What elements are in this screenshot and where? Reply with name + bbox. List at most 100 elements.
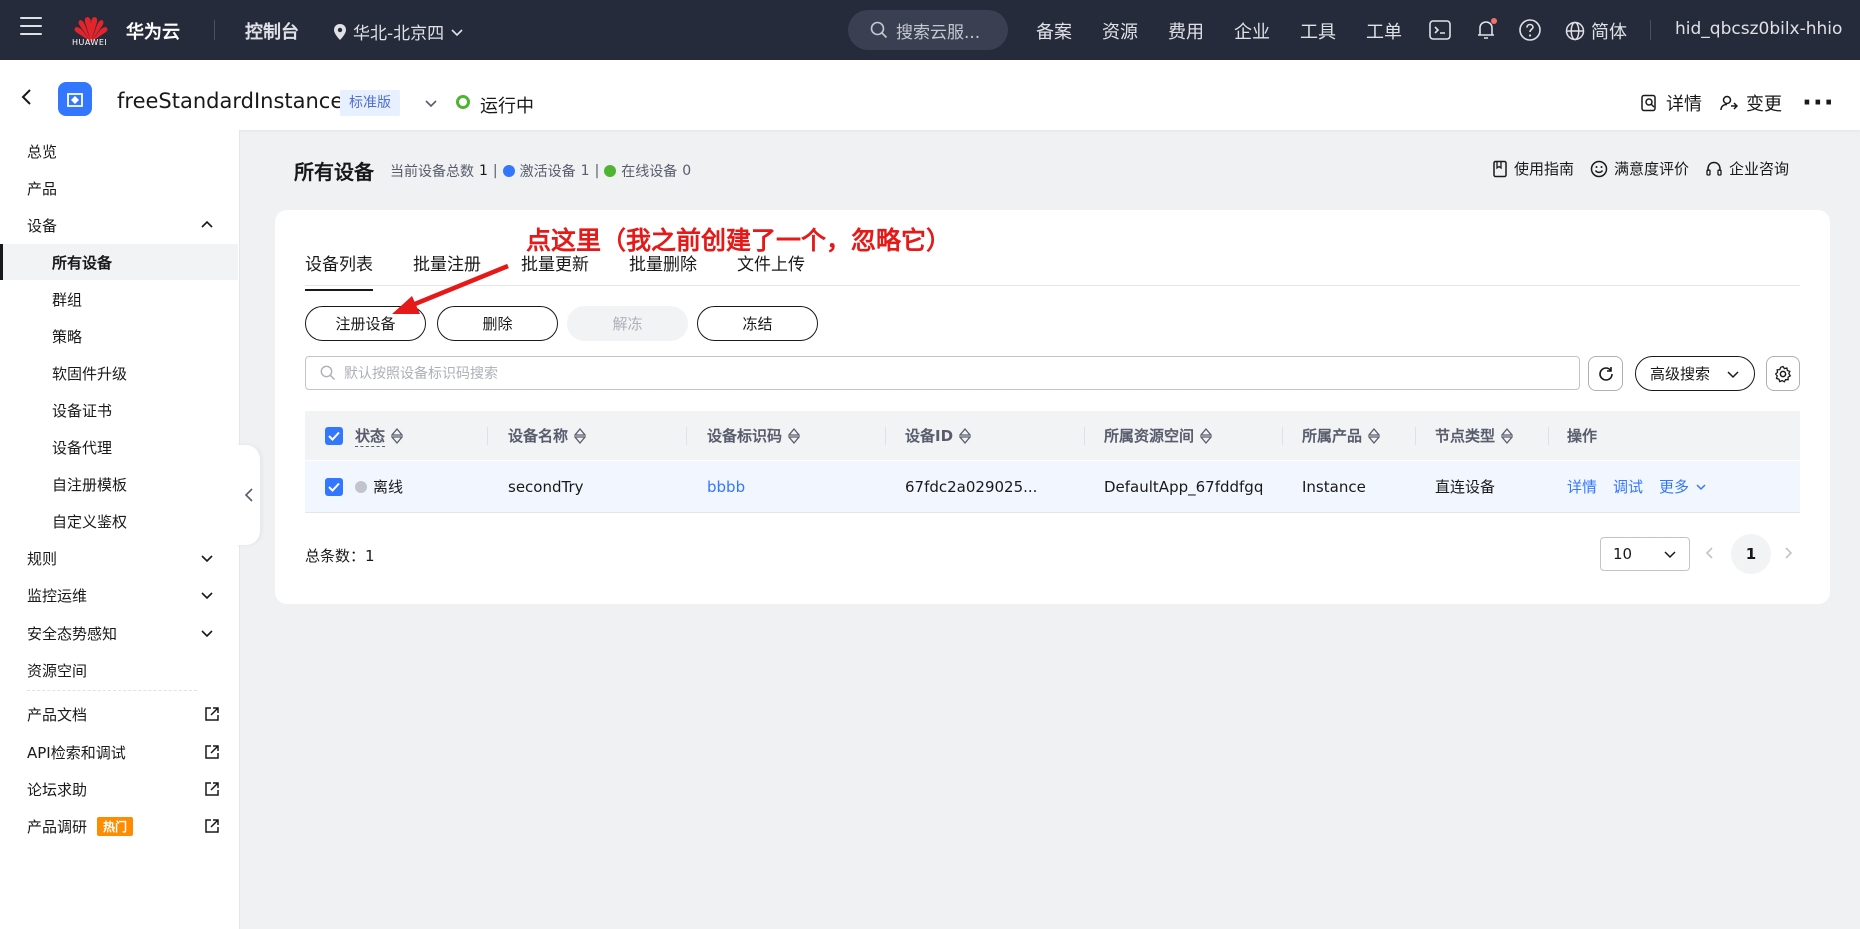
- terminal-icon[interactable]: [1428, 18, 1452, 42]
- sidebar-item-custom-auth[interactable]: 自定义鉴权: [0, 503, 238, 539]
- sidebar-item-label: 设备: [27, 216, 58, 235]
- language-selector[interactable]: 简体: [1565, 18, 1627, 44]
- freeze-button[interactable]: 冻结: [697, 306, 818, 341]
- global-search[interactable]: 搜索云服...: [848, 10, 1008, 50]
- previous-page-icon[interactable]: [1702, 545, 1718, 561]
- advanced-search-button[interactable]: 高级搜索: [1635, 356, 1755, 391]
- sort-icon: [959, 427, 972, 444]
- page-size-select[interactable]: 10: [1600, 537, 1690, 571]
- nav-link-tickets[interactable]: 工单: [1366, 18, 1402, 44]
- enterprise-consult-link[interactable]: 企业咨询: [1705, 158, 1789, 179]
- sidebar-item-groups[interactable]: 群组: [0, 281, 238, 317]
- row-actions: 详情 调试 更多: [1567, 461, 1707, 512]
- username[interactable]: hid_qbcsz0bilx-hhio: [1675, 19, 1842, 39]
- advanced-search-label: 高级搜索: [1650, 365, 1711, 383]
- sidebar-item-products[interactable]: 产品: [0, 170, 238, 206]
- sidebar-item-resource-space[interactable]: 资源空间: [0, 652, 238, 688]
- edition-badge: 标准版: [340, 90, 400, 116]
- total-count-value: 1: [365, 547, 375, 565]
- nav-link-tools[interactable]: 工具: [1300, 18, 1336, 44]
- column-header-status[interactable]: 状态: [355, 411, 404, 460]
- sidebar-item-label: 监控运维: [27, 586, 88, 605]
- table-row[interactable]: 离线 secondTry bbbb 67fdc2a029025... Defau…: [305, 461, 1800, 513]
- user-guide-link[interactable]: 使用指南: [1492, 158, 1574, 179]
- column-header-product[interactable]: 所属产品: [1302, 411, 1381, 460]
- help-icon[interactable]: [1518, 18, 1542, 42]
- delete-button[interactable]: 删除: [437, 306, 558, 341]
- console-link[interactable]: 控制台: [245, 18, 299, 44]
- next-page-icon[interactable]: [1780, 545, 1796, 561]
- column-header-node-type[interactable]: 节点类型: [1435, 411, 1514, 460]
- chevron-left-icon: [244, 488, 253, 502]
- menu-icon[interactable]: [20, 17, 42, 39]
- device-status: 离线: [373, 478, 404, 496]
- register-device-button[interactable]: 注册设备: [305, 306, 426, 341]
- column-header-device-id[interactable]: 设备ID: [905, 411, 972, 460]
- location-pin-icon: [334, 23, 346, 40]
- nav-link-resources[interactable]: 资源: [1102, 18, 1138, 44]
- sidebar-item-overview[interactable]: 总览: [0, 133, 238, 169]
- gear-icon: [1774, 365, 1792, 383]
- column-separator: [487, 427, 488, 445]
- sidebar-item-survey[interactable]: 产品调研 热门: [0, 808, 238, 844]
- row-more-dropdown[interactable]: 更多: [1659, 476, 1707, 497]
- sidebar-item-firmware-upgrade[interactable]: 软固件升级: [0, 355, 238, 391]
- sidebar-item-all-devices[interactable]: 所有设备: [0, 244, 238, 280]
- sidebar-item-devices[interactable]: 设备: [0, 207, 238, 243]
- sidebar-item-security[interactable]: 安全态势感知: [0, 615, 238, 651]
- page-size-value: 10: [1613, 545, 1633, 563]
- column-header-label: 节点类型: [1435, 427, 1496, 445]
- sidebar-item-docs[interactable]: 产品文档: [0, 696, 238, 732]
- refresh-button[interactable]: [1588, 356, 1623, 391]
- sidebar-item-label: 所有设备: [52, 253, 113, 272]
- row-debug-link[interactable]: 调试: [1613, 476, 1643, 497]
- sidebar-item-policies[interactable]: 策略: [0, 318, 238, 354]
- sidebar-item-forum[interactable]: 论坛求助: [0, 771, 238, 807]
- column-header-identifier[interactable]: 设备标识码: [707, 411, 801, 460]
- sidebar-item-label: 软固件升级: [52, 364, 128, 383]
- region-selector[interactable]: 华北-北京四: [333, 19, 464, 44]
- external-link-icon: [205, 745, 219, 759]
- column-separator: [1548, 427, 1549, 445]
- sidebar-item-monitoring[interactable]: 监控运维: [0, 577, 238, 613]
- brand-name[interactable]: 华为云: [126, 18, 180, 44]
- sidebar-collapse-button[interactable]: [232, 445, 260, 545]
- satisfaction-rating-link[interactable]: 满意度评价: [1590, 158, 1689, 179]
- sidebar-item-api-explorer[interactable]: API检索和调试: [0, 734, 238, 770]
- row-detail-link[interactable]: 详情: [1567, 476, 1597, 497]
- sidebar-item-label: 设备证书: [52, 401, 113, 420]
- sidebar-item-label: 论坛求助: [27, 780, 88, 799]
- select-all-checkbox[interactable]: [325, 411, 343, 460]
- book-icon: [1493, 160, 1507, 177]
- column-header-name[interactable]: 设备名称: [508, 411, 587, 460]
- table-settings-button[interactable]: [1766, 356, 1800, 391]
- active-dot-icon: [502, 165, 515, 177]
- sidebar-item-device-certificates[interactable]: 设备证书: [0, 392, 238, 428]
- device-resource-space: DefaultApp_67fddfgq: [1104, 477, 1264, 496]
- column-separator: [1084, 427, 1085, 445]
- column-header-resource-space[interactable]: 所属资源空间: [1104, 411, 1213, 460]
- row-checkbox[interactable]: [325, 461, 343, 512]
- bell-icon[interactable]: [1474, 18, 1498, 42]
- unfreeze-button[interactable]: 解冻: [567, 306, 688, 341]
- more-actions-button[interactable]: ···: [1802, 88, 1835, 118]
- back-arrow-icon[interactable]: [18, 88, 36, 106]
- nav-link-filing[interactable]: 备案: [1036, 18, 1072, 44]
- nav-link-enterprise[interactable]: 企业: [1234, 18, 1270, 44]
- sidebar-item-rules[interactable]: 规则: [0, 540, 238, 576]
- instance-detail-button[interactable]: 详情: [1640, 90, 1702, 116]
- chevron-down-icon: [201, 630, 213, 638]
- device-search-input[interactable]: 默认按照设备标识码搜索: [305, 356, 1580, 390]
- current-page[interactable]: 1: [1731, 534, 1771, 574]
- chevron-down-icon: [1696, 483, 1706, 490]
- sidebar-item-self-register-template[interactable]: 自注册模板: [0, 466, 238, 502]
- smile-icon: [1590, 160, 1608, 177]
- tabs-divider: [305, 285, 1800, 286]
- sidebar-item-label: 策略: [52, 327, 83, 346]
- nav-link-billing[interactable]: 费用: [1168, 18, 1204, 44]
- sidebar-item-label: 自定义鉴权: [52, 512, 128, 531]
- instance-change-button[interactable]: 变更: [1720, 90, 1782, 116]
- instance-switch-chevron-icon[interactable]: [424, 96, 438, 110]
- sidebar-item-device-proxy[interactable]: 设备代理: [0, 429, 238, 465]
- device-identifier-link[interactable]: bbbb: [707, 461, 745, 512]
